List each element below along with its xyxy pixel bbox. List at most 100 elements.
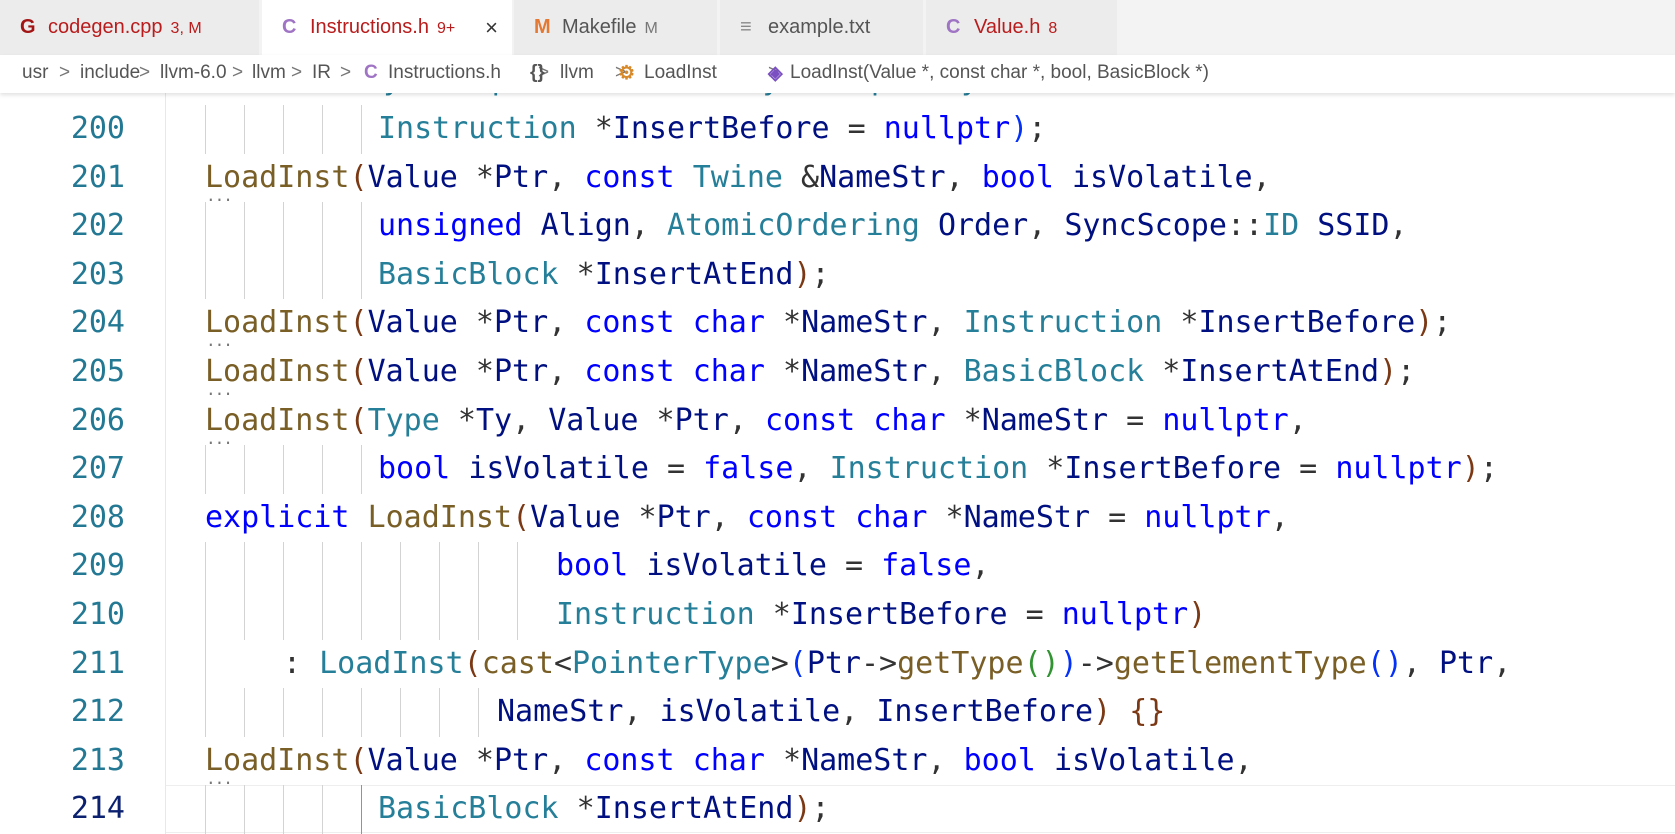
indent-guide [283, 250, 284, 300]
code-token: NameStr [801, 305, 928, 341]
code-token: Value [367, 305, 458, 341]
code-token: Instruction [963, 305, 1163, 341]
code-token: * [1144, 354, 1181, 389]
code-line: LoadInst(Type *Ty, Value *Ptr, const cha… [205, 397, 1307, 446]
tab-makefile[interactable]: M Makefile M [514, 0, 718, 55]
code-token: , [927, 742, 964, 778]
code-token: & [783, 159, 820, 195]
tab-status-badge: 9+ [436, 20, 456, 37]
code-token: ) [1188, 597, 1207, 632]
indent-guide [517, 591, 518, 640]
code-token: const [746, 499, 838, 535]
breadcrumb-item[interactable]: usr [22, 62, 48, 84]
code-token: ) [1041, 645, 1060, 681]
code-token: SyncScope [1064, 208, 1227, 244]
code-token: InsertAtEnd [1180, 354, 1380, 389]
code-token: Ptr [1439, 645, 1494, 681]
code-line: NameStr, isVolatile, InsertBefore) {} [497, 688, 1165, 737]
breadcrumb-item[interactable]: LoadInst(Value *, const char *, bool, Ba… [790, 62, 1209, 84]
file-type-icon: G [20, 16, 36, 38]
code-token: NameStr [801, 742, 928, 778]
indent-guide [439, 688, 440, 737]
indent-guide [361, 250, 362, 300]
code-token: ) [1461, 451, 1480, 487]
indent-guide [244, 688, 245, 737]
indent-guide [205, 785, 206, 834]
code-token: ) [1010, 111, 1029, 146]
code-token: PointerType [572, 645, 771, 681]
folded-hint-icon[interactable]: ... [206, 429, 233, 448]
tab-instructions-h[interactable]: C Instructions.h 9+ × [262, 0, 512, 55]
code-token: Ptr [806, 645, 861, 681]
code-token: ; [1028, 111, 1047, 146]
close-icon[interactable]: × [485, 0, 498, 55]
code-token: ( [349, 159, 368, 195]
code-token: nullptr [1335, 451, 1462, 487]
line-number: 201 [70, 159, 125, 195]
code-editor[interactable]: SyncScope::ID SSID = SyncScope::System,2… [0, 93, 1675, 834]
code-token: ; [1433, 305, 1452, 341]
line-number: 210 [70, 597, 125, 632]
code-line: Instruction *InsertBefore = nullptr) [556, 591, 1206, 640]
indent-guide [205, 591, 206, 640]
code-token: , [1270, 499, 1289, 535]
code-token: NameStr [981, 402, 1109, 438]
code-token: : [283, 645, 320, 681]
folded-hint-icon[interactable]: ... [206, 769, 233, 788]
code-line: BasicBlock *InsertAtEnd); [378, 251, 830, 300]
code-token: * [1028, 451, 1065, 487]
chevron-right-icon: > [291, 62, 303, 83]
code-token: Instruction [378, 111, 577, 146]
code-token: LoadInst [319, 645, 464, 681]
code-token: * [558, 256, 595, 292]
indent-guide [205, 105, 206, 154]
tab-example-txt[interactable]: ≡ example.txt [720, 0, 924, 55]
code-line: LoadInst(Value *Ptr, const char *NameStr… [205, 348, 1415, 397]
breadcrumb-item[interactable]: IR [312, 62, 331, 84]
code-token: ( [1023, 645, 1042, 681]
indent-guide [244, 250, 245, 300]
breadcrumb-item[interactable]: llvm [252, 62, 286, 84]
tab-label: codegen.cpp 3, M [48, 0, 202, 55]
code-token: > [770, 645, 789, 681]
indent-guide [361, 785, 362, 834]
code-token: * [927, 499, 964, 535]
breadcrumb-item[interactable]: Instructions.h [388, 62, 501, 84]
c-file-icon: C [364, 62, 378, 83]
code-token: ID [1263, 208, 1300, 244]
tab-codegen-cpp[interactable]: Gcodegen.cpp 3, M [0, 0, 260, 55]
code-token: = [829, 111, 884, 146]
breadcrumb-item[interactable]: include [80, 62, 140, 84]
code-token: , [1402, 645, 1439, 681]
indent-guide [361, 688, 362, 737]
breadcrumb-item[interactable]: llvm [560, 62, 594, 84]
line-number: 207 [70, 451, 125, 487]
tab-value-h[interactable]: C Value.h 8 [926, 0, 1118, 55]
indent-guide [322, 542, 323, 591]
code-token: Instruction [556, 597, 755, 632]
code-token: Value [367, 354, 458, 389]
chevron-right-icon: > [232, 62, 244, 83]
code-token: , [623, 694, 660, 730]
code-token: Align [540, 208, 631, 244]
line-number: 200 [70, 111, 125, 146]
folded-hint-icon[interactable]: ... [206, 186, 233, 205]
code-token: * [620, 499, 657, 535]
breadcrumb-item[interactable]: llvm-6.0 [160, 62, 227, 84]
code-token: , [793, 451, 830, 487]
indent-guide [439, 591, 440, 640]
code-token: ( [349, 354, 368, 389]
chevron-right-icon: > [139, 62, 151, 83]
indent-guide [244, 785, 245, 834]
indent-guide [517, 542, 518, 591]
tab-filename: Makefile [562, 16, 637, 38]
code-token: InsertBefore [876, 694, 1094, 730]
code-token: = [648, 451, 704, 487]
code-line: LoadInst(Value *Ptr, const char *NameStr… [205, 737, 1253, 786]
breadcrumb-item[interactable]: LoadInst [644, 62, 717, 84]
line-number: 209 [70, 548, 125, 584]
